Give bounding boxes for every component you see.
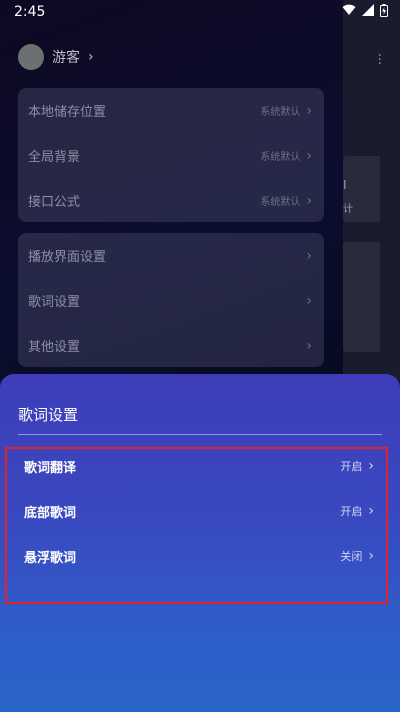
user-profile-row[interactable]: 游客 › <box>18 44 94 70</box>
chevron-right-icon: › <box>306 192 312 209</box>
settings-row-value: 系统默认 <box>260 107 301 118</box>
lyrics-option-bottom[interactable]: 底部歌词 开启 › <box>24 501 374 521</box>
settings-card-storage: 本地储存位置 系统默认 › 全局背景 系统默认 › 接口公式 系统默认 › <box>18 88 324 222</box>
settings-row-value: 系统默认 <box>260 197 301 208</box>
sheet-title: 歌词设置 <box>18 406 79 424</box>
status-bar: 2:45 <box>0 0 400 24</box>
chevron-right-icon: › <box>306 102 312 119</box>
right-side-panel: · · · I 计 <box>343 0 400 380</box>
chevron-right-icon: › <box>88 49 94 65</box>
settings-row-label: 其他设置 <box>28 340 81 355</box>
more-vert-icon[interactable]: · · · <box>378 49 382 71</box>
chevron-right-icon: › <box>306 337 312 354</box>
side-text: I <box>343 178 347 192</box>
settings-card-interface: 播放界面设置 › 歌词设置 › 其他设置 › <box>18 233 324 367</box>
battery-icon <box>380 3 388 21</box>
settings-row-player[interactable]: 播放界面设置 › <box>18 233 324 278</box>
option-value: 开启 <box>340 505 363 518</box>
lyrics-settings-sheet: 歌词设置 歌词翻译 开启 › 底部歌词 开启 › 悬浮歌词 关闭 › <box>0 374 400 712</box>
option-label: 悬浮歌词 <box>24 550 77 566</box>
side-card <box>343 242 380 352</box>
option-value: 开启 <box>340 460 363 473</box>
lyrics-option-floating[interactable]: 悬浮歌词 关闭 › <box>24 546 374 566</box>
chevron-right-icon: › <box>368 548 374 564</box>
option-label: 歌词翻译 <box>24 460 77 476</box>
signal-icon <box>362 4 374 20</box>
chevron-right-icon: › <box>306 247 312 264</box>
side-text: 计 <box>343 204 353 215</box>
status-time: 2:45 <box>14 4 46 20</box>
wifi-icon <box>342 4 356 20</box>
chevron-right-icon: › <box>306 292 312 309</box>
chevron-right-icon: › <box>368 503 374 519</box>
settings-row-background[interactable]: 全局背景 系统默认 › <box>18 133 324 178</box>
settings-row-other[interactable]: 其他设置 › <box>18 323 324 368</box>
avatar <box>18 44 44 70</box>
settings-row-label: 歌词设置 <box>28 295 81 310</box>
chevron-right-icon: › <box>306 147 312 164</box>
settings-row-label: 播放界面设置 <box>28 250 107 265</box>
settings-row-storage[interactable]: 本地储存位置 系统默认 › <box>18 88 324 133</box>
option-label: 底部歌词 <box>24 505 77 521</box>
option-value: 关闭 <box>340 550 363 563</box>
lyrics-option-translation[interactable]: 歌词翻译 开启 › <box>24 456 374 476</box>
settings-row-label: 全局背景 <box>28 150 81 165</box>
settings-row-api[interactable]: 接口公式 系统默认 › <box>18 178 324 223</box>
settings-row-lyrics[interactable]: 歌词设置 › <box>18 278 324 323</box>
settings-row-label: 接口公式 <box>28 195 81 210</box>
settings-row-label: 本地储存位置 <box>28 105 107 120</box>
divider <box>18 434 382 435</box>
settings-row-value: 系统默认 <box>260 152 301 163</box>
chevron-right-icon: › <box>368 458 374 474</box>
user-name: 游客 <box>52 50 80 66</box>
